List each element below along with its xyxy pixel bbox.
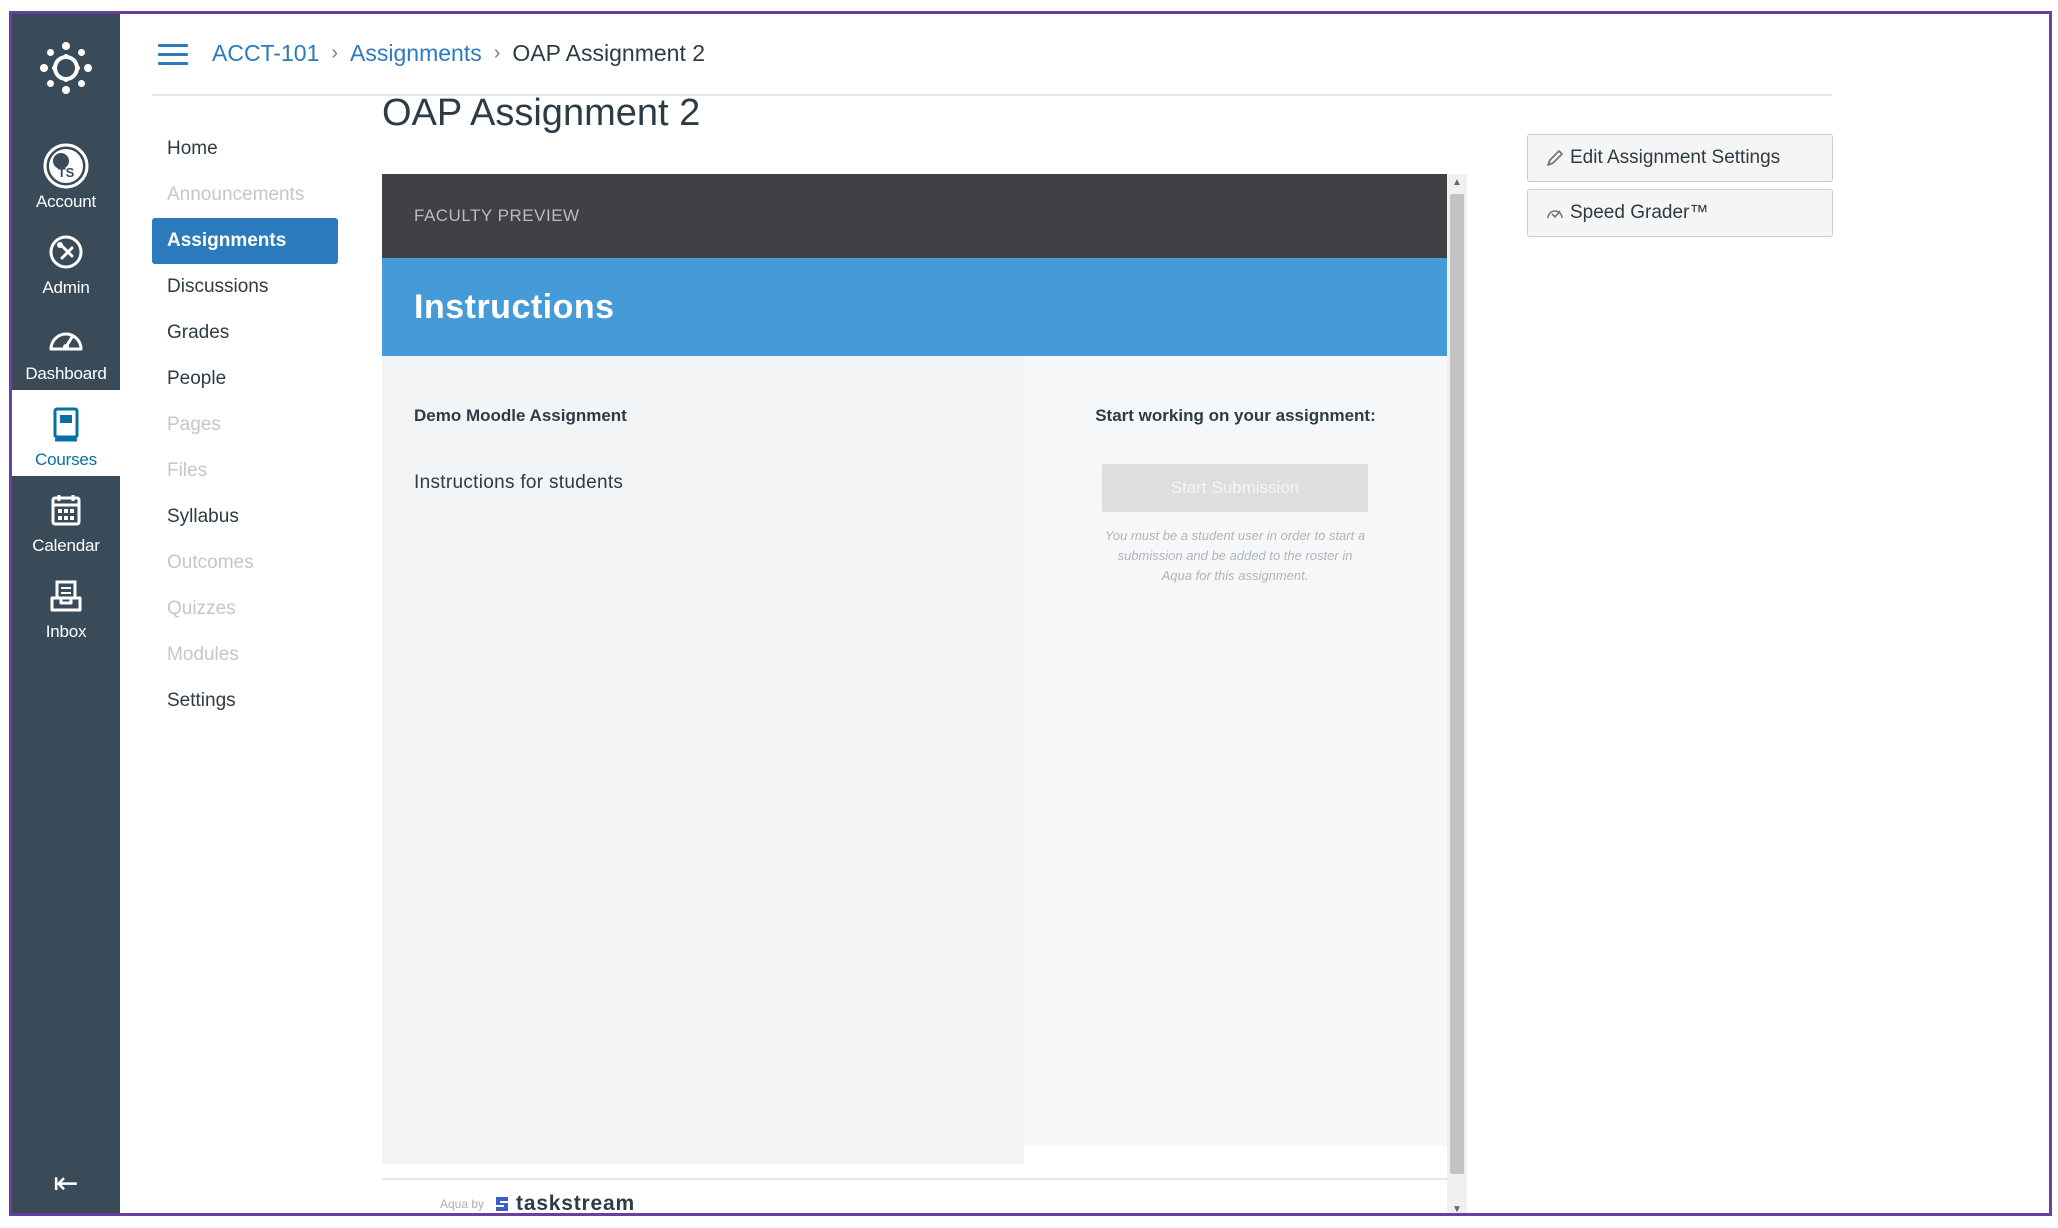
global-nav-account[interactable]: TS Account	[12, 132, 120, 218]
assignment-title: Demo Moodle Assignment	[414, 406, 627, 425]
tool-footer: Aqua by taskstream	[440, 1192, 635, 1215]
global-navigation: TS Account Admin Dashboard Courses Calen…	[12, 14, 120, 1213]
global-nav-dashboard[interactable]: Dashboard	[12, 304, 120, 390]
app-window: TS Account Admin Dashboard Courses Calen…	[9, 11, 2052, 1216]
course-nav-announcements[interactable]: Announcements	[152, 172, 338, 218]
account-avatar-icon: TS	[42, 142, 90, 190]
scroll-up-icon[interactable]: ▲	[1447, 174, 1467, 192]
hamburger-menu-icon[interactable]	[158, 44, 188, 68]
course-navigation: Home Announcements Assignments Discussio…	[152, 126, 338, 724]
footer-prefix: Aqua by	[440, 1197, 485, 1211]
start-submission-button[interactable]: Start Submission	[1102, 464, 1368, 512]
global-nav-courses-label: Courses	[35, 450, 97, 469]
course-nav-discussions[interactable]: Discussions	[152, 264, 338, 310]
breadcrumb-separator: ›	[331, 42, 339, 64]
course-nav-people[interactable]: People	[152, 356, 338, 402]
breadcrumb-separator: ›	[493, 42, 501, 64]
speedgrader-gauge-icon	[1544, 202, 1566, 224]
submission-column: Start working on your assignment: Start …	[1024, 356, 1447, 1146]
tool-scrollbar[interactable]: ▲ ▼	[1447, 174, 1467, 1213]
global-nav-admin-label: Admin	[42, 278, 90, 297]
dashboard-gauge-icon	[42, 314, 90, 362]
scrollbar-thumb[interactable]	[1450, 194, 1464, 1174]
course-nav-modules[interactable]: Modules	[152, 632, 338, 678]
speed-grader-label: Speed Grader™	[1570, 202, 1709, 223]
avatar-initials: TS	[58, 165, 75, 180]
canvas-logo-icon[interactable]	[38, 40, 94, 96]
course-nav-assignments[interactable]: Assignments	[152, 218, 338, 264]
course-nav-grades[interactable]: Grades	[152, 310, 338, 356]
tool-footer-divider	[382, 1178, 1447, 1180]
global-nav-dashboard-label: Dashboard	[25, 364, 107, 383]
faculty-preview-banner: FACULTY PREVIEW	[382, 174, 1447, 258]
taskstream-brand: taskstream	[494, 1192, 635, 1215]
course-nav-quizzes[interactable]: Quizzes	[152, 586, 338, 632]
course-nav-outcomes[interactable]: Outcomes	[152, 540, 338, 586]
courses-book-icon	[42, 400, 90, 448]
course-nav-home[interactable]: Home	[152, 126, 338, 172]
breadcrumb: ACCT-101 › Assignments › OAP Assignment …	[212, 40, 705, 67]
speed-grader-button[interactable]: Speed Grader™	[1527, 189, 1833, 237]
collapse-nav-icon[interactable]: ⇤	[46, 1169, 86, 1199]
instructions-column: Demo Moodle Assignment Instructions for …	[382, 356, 1024, 1164]
page-title: OAP Assignment 2	[382, 92, 701, 134]
assignment-description: Instructions for students	[414, 472, 624, 493]
taskstream-label: taskstream	[516, 1192, 635, 1215]
course-nav-settings[interactable]: Settings	[152, 678, 338, 724]
admin-shield-icon	[42, 228, 90, 276]
course-nav-syllabus[interactable]: Syllabus	[152, 494, 338, 540]
breadcrumb-assignments-link[interactable]: Assignments	[350, 40, 482, 67]
global-nav-calendar[interactable]: Calendar	[12, 476, 120, 562]
global-nav-courses[interactable]: Courses	[12, 390, 120, 476]
calendar-icon	[42, 486, 90, 534]
global-nav-calendar-label: Calendar	[32, 536, 100, 555]
start-working-heading: Start working on your assignment:	[1095, 406, 1376, 425]
breadcrumb-current: OAP Assignment 2	[512, 40, 706, 66]
pencil-icon	[1544, 147, 1566, 169]
course-nav-files[interactable]: Files	[152, 448, 338, 494]
instructions-heading: Instructions	[382, 258, 1447, 356]
global-nav-inbox[interactable]: Inbox	[12, 562, 120, 648]
edit-assignment-settings-label: Edit Assignment Settings	[1570, 147, 1781, 168]
scroll-down-icon[interactable]: ▼	[1447, 1201, 1467, 1213]
global-nav-account-label: Account	[35, 192, 97, 211]
start-submission-note: You must be a student user in order to s…	[1104, 528, 1366, 583]
global-nav-admin[interactable]: Admin	[12, 218, 120, 304]
global-nav-inbox-label: Inbox	[45, 622, 87, 641]
course-nav-pages[interactable]: Pages	[152, 402, 338, 448]
lti-tool-frame: FACULTY PREVIEW Instructions Demo Moodle…	[382, 174, 1467, 1215]
breadcrumb-course-link[interactable]: ACCT-101	[212, 40, 319, 67]
inbox-icon	[42, 572, 90, 620]
taskstream-logo-icon	[496, 1197, 509, 1211]
edit-assignment-settings-button[interactable]: Edit Assignment Settings	[1527, 134, 1833, 182]
